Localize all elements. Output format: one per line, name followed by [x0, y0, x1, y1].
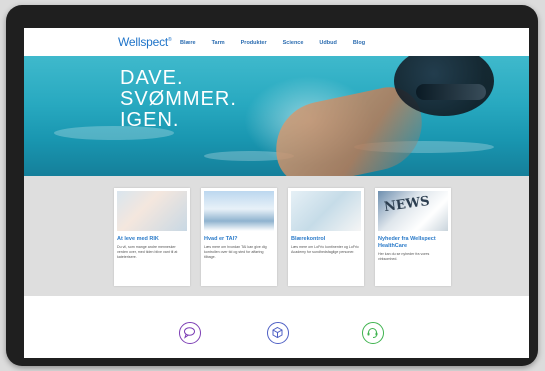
nav-item-tarm[interactable]: Tarm — [212, 40, 225, 46]
card-image-news: NEWS — [378, 191, 448, 231]
card-description: Læs mere om LoFric kontinenter og LoFric… — [291, 245, 359, 254]
hero-line-1: DAVE. — [120, 67, 184, 89]
top-navigation: Wellspect® Blære Tarm Produkter Science … — [24, 28, 529, 56]
card-title[interactable]: Hvad er TAI? — [204, 236, 274, 243]
nav-item-blog[interactable]: Blog — [353, 40, 365, 46]
card-image-sailing — [204, 191, 274, 231]
card-description: Læs mere om hvordan TAI kan give dig kon… — [204, 245, 267, 259]
wellspect-logo[interactable]: Wellspect® — [118, 35, 172, 49]
hero-line-2: SVØMMER. — [120, 88, 237, 110]
card-title[interactable]: At leve med RIK — [117, 236, 187, 243]
nav-item-blaere[interactable]: Blære — [180, 40, 196, 46]
card-description: Her kan du se nyheder fra vores virksomh… — [378, 252, 430, 261]
hero-banner: DAVE. SVØMMER. IGEN. — [24, 56, 529, 176]
tablet-frame: Wellspect® Blære Tarm Produkter Science … — [6, 5, 538, 366]
card-blaerekontrol[interactable]: Blærekontrol Læs mere om LoFric kontinen… — [288, 188, 364, 286]
cube-icon[interactable] — [267, 322, 289, 344]
card-title[interactable]: Blærekontrol — [291, 236, 361, 243]
card-nyheder[interactable]: NEWS Nyheder fra Wellspect HealthCare He… — [375, 188, 451, 286]
nav-menu: Blære Tarm Produkter Science Udbud Blog — [180, 40, 365, 46]
speech-bubble-icon[interactable] — [179, 322, 201, 344]
card-at-leve-med-rik[interactable]: At leve med RIK Du vil, som mange andre … — [114, 188, 190, 286]
news-image-text: NEWS — [383, 193, 431, 216]
website-screen: Wellspect® Blære Tarm Produkter Science … — [24, 28, 529, 358]
card-hvad-er-tai[interactable]: Hvad er TAI? Læs mere om hvordan TAI kan… — [201, 188, 277, 286]
nav-item-science[interactable]: Science — [283, 40, 304, 46]
headset-icon[interactable] — [362, 322, 384, 344]
card-title[interactable]: Nyheder fra Wellspect HealthCare — [378, 236, 448, 250]
card-image-nurse — [291, 191, 361, 231]
hero-line-3: IGEN. — [120, 109, 180, 131]
card-description: Du vil, som mange andre mennesker verden… — [117, 245, 178, 259]
swimmer-goggles — [416, 84, 486, 100]
nav-item-produkter[interactable]: Produkter — [241, 40, 267, 46]
hero-headline: DAVE. SVØMMER. IGEN. — [120, 68, 237, 131]
nav-item-udbud[interactable]: Udbud — [319, 40, 336, 46]
card-image-family — [117, 191, 187, 231]
